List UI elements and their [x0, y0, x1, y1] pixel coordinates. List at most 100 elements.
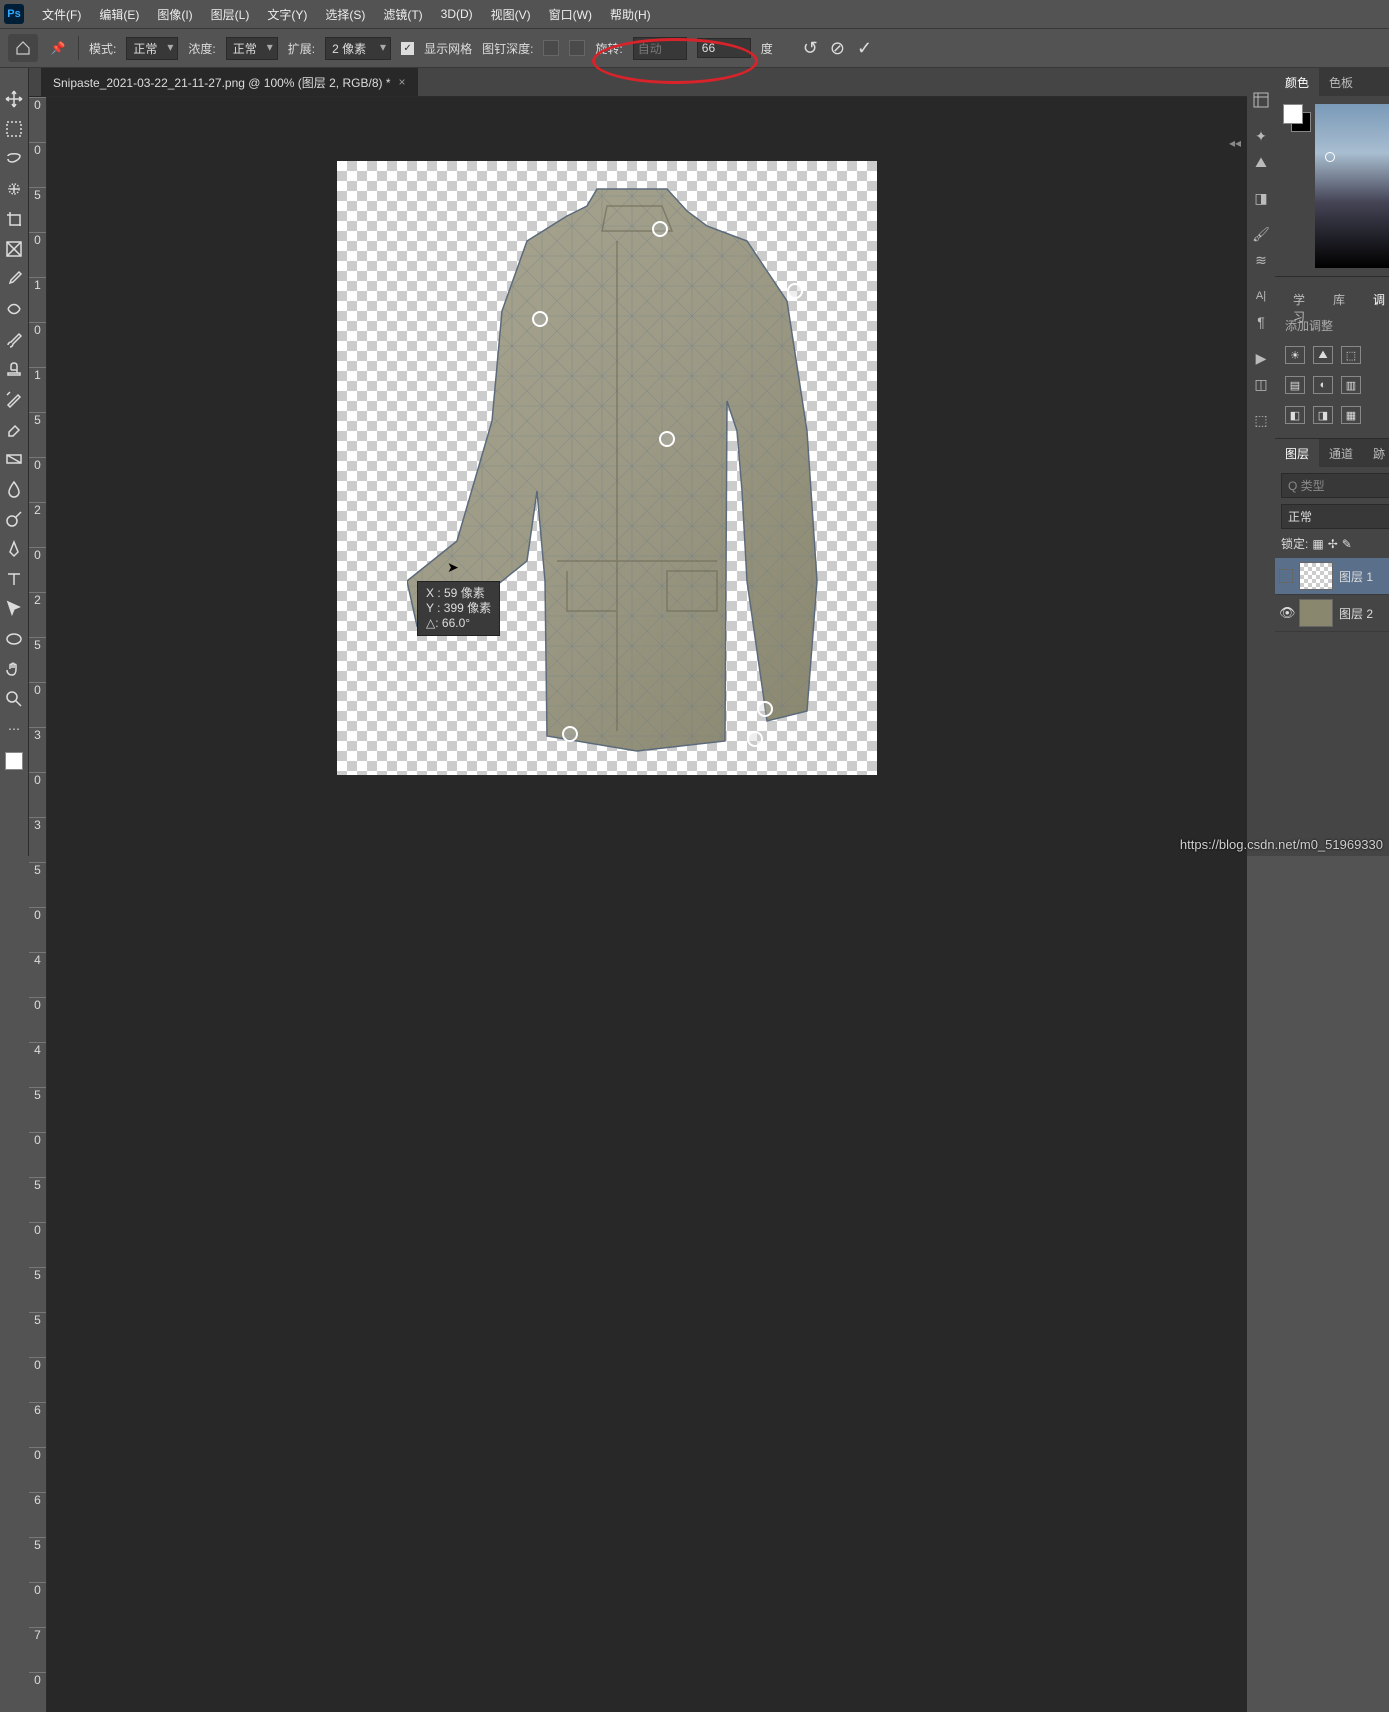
- expand-select[interactable]: 2 像素: [325, 37, 391, 60]
- swatches-tab[interactable]: 色板: [1319, 68, 1363, 96]
- hue-icon[interactable]: ▥: [1341, 376, 1361, 394]
- actions-panel-icon[interactable]: ▶: [1247, 346, 1275, 370]
- document-title: Snipaste_2021-03-22_21-11-27.png @ 100% …: [53, 74, 391, 91]
- fg-bg-swatch[interactable]: [5, 752, 23, 770]
- warp-pin[interactable]: [562, 726, 578, 742]
- pin-down-icon[interactable]: [569, 40, 585, 56]
- warp-pin[interactable]: [652, 221, 668, 237]
- menu-edit[interactable]: 编辑(E): [91, 2, 147, 27]
- menu-layer[interactable]: 图层(L): [203, 2, 258, 27]
- canvas[interactable]: ➤ X : 59 像素 Y : 399 像素 △: 66.0°: [47, 97, 1247, 1712]
- photo-filter-icon[interactable]: ◨: [1313, 406, 1333, 424]
- brush-tool[interactable]: [0, 326, 28, 352]
- lock-all-icon[interactable]: ✎: [1342, 537, 1352, 551]
- brush-settings-icon[interactable]: ≋: [1247, 248, 1275, 272]
- dodge-tool[interactable]: [0, 506, 28, 532]
- adjustments-tab[interactable]: 调: [1363, 285, 1389, 311]
- mixer-icon[interactable]: ▦: [1341, 406, 1361, 424]
- menu-window[interactable]: 窗口(W): [541, 2, 600, 27]
- pin-up-icon[interactable]: [543, 40, 559, 56]
- eyedropper-tool[interactable]: [0, 266, 28, 292]
- density-select[interactable]: 正常: [226, 37, 278, 60]
- edit-toolbar[interactable]: ⋯: [0, 716, 28, 742]
- lock-pixels-icon[interactable]: ▦: [1312, 537, 1323, 551]
- layers-tab[interactable]: 图层: [1275, 439, 1319, 467]
- marquee-tool[interactable]: [0, 116, 28, 142]
- layer-row[interactable]: 图层 1: [1275, 558, 1389, 595]
- mode-select[interactable]: 正常: [126, 37, 178, 60]
- zoom-tool[interactable]: [0, 686, 28, 712]
- color-picker[interactable]: [1315, 104, 1389, 268]
- close-tab-icon[interactable]: ×: [399, 75, 406, 89]
- bw-icon[interactable]: ◧: [1285, 406, 1305, 424]
- paragraph-panel-icon[interactable]: ¶: [1247, 310, 1275, 334]
- lasso-tool[interactable]: [0, 146, 28, 172]
- menu-help[interactable]: 帮助(H): [602, 2, 659, 27]
- commit-icon[interactable]: ✓: [857, 38, 872, 59]
- character-panel-icon[interactable]: A|: [1247, 284, 1275, 308]
- paths-tab[interactable]: 跡: [1363, 439, 1389, 467]
- history-panel-icon[interactable]: [1247, 88, 1275, 112]
- visibility-toggle[interactable]: [1279, 569, 1293, 583]
- vibrance-icon[interactable]: ◐: [1313, 376, 1333, 394]
- pin-icon[interactable]: 📌: [48, 38, 68, 58]
- eraser-tool[interactable]: [0, 416, 28, 442]
- warp-pin[interactable]: [757, 701, 773, 717]
- exposure-icon[interactable]: ▤: [1285, 376, 1305, 394]
- warp-pin[interactable]: [532, 311, 548, 327]
- libraries-tab[interactable]: 库: [1323, 285, 1355, 311]
- crop-tool[interactable]: [0, 206, 28, 232]
- layer-row[interactable]: 👁 图层 2: [1275, 595, 1389, 632]
- move-tool[interactable]: [0, 86, 28, 112]
- path-select-tool[interactable]: [0, 596, 28, 622]
- type-tool[interactable]: [0, 566, 28, 592]
- lock-position-icon[interactable]: ✢: [1328, 537, 1338, 551]
- gradient-tool[interactable]: [0, 446, 28, 472]
- rotate-mode[interactable]: 自动: [633, 37, 687, 60]
- menu-file[interactable]: 文件(F): [34, 2, 89, 27]
- blend-mode-select[interactable]: 正常: [1281, 504, 1389, 529]
- rotate-value[interactable]: 66: [697, 38, 751, 58]
- document-tab[interactable]: Snipaste_2021-03-22_21-11-27.png @ 100% …: [41, 68, 418, 96]
- quick-select-tool[interactable]: [0, 176, 28, 202]
- warp-pin[interactable]: [659, 431, 675, 447]
- channels-tab[interactable]: 通道: [1319, 439, 1363, 467]
- pen-tool[interactable]: [0, 536, 28, 562]
- menu-image[interactable]: 图像(I): [149, 2, 200, 27]
- color-tab[interactable]: 颜色: [1275, 68, 1319, 96]
- info-panel-icon[interactable]: ◫: [1247, 372, 1275, 396]
- healing-tool[interactable]: [0, 296, 28, 322]
- fg-bg-color[interactable]: [1283, 104, 1309, 130]
- shape-tool[interactable]: [0, 626, 28, 652]
- menu-3d[interactable]: 3D(D): [433, 3, 481, 25]
- menu-type[interactable]: 文字(Y): [259, 2, 315, 27]
- hand-tool[interactable]: [0, 656, 28, 682]
- brightness-icon[interactable]: ☀: [1285, 346, 1305, 364]
- levels-icon[interactable]: ⛰: [1313, 346, 1333, 364]
- menu-filter[interactable]: 滤镜(T): [375, 2, 430, 27]
- warp-pin[interactable]: [787, 283, 803, 299]
- navigator-panel-icon[interactable]: ✦: [1247, 124, 1275, 148]
- blur-tool[interactable]: [0, 476, 28, 502]
- reset-icon[interactable]: ↺: [803, 38, 818, 59]
- stamp-tool[interactable]: [0, 356, 28, 382]
- cancel-icon[interactable]: ⊘: [830, 38, 845, 59]
- learn-tab[interactable]: 学习: [1283, 285, 1315, 311]
- properties-panel-icon[interactable]: ◨: [1247, 186, 1275, 210]
- frame-tool[interactable]: [0, 236, 28, 262]
- menu-view[interactable]: 视图(V): [483, 2, 539, 27]
- brushes-panel-icon[interactable]: 🖌: [1247, 222, 1275, 246]
- panel-collapse-icon[interactable]: ◂◂: [1229, 136, 1241, 150]
- home-icon[interactable]: [8, 34, 38, 62]
- warp-pin[interactable]: [747, 731, 763, 747]
- showgrid-checkbox[interactable]: ✓: [401, 42, 414, 55]
- visibility-toggle[interactable]: 👁: [1279, 605, 1293, 621]
- histogram-panel-icon[interactable]: ⛰: [1247, 150, 1275, 174]
- curves-icon[interactable]: ⬚: [1341, 346, 1361, 364]
- 3d-panel-icon[interactable]: ⬚: [1247, 408, 1275, 432]
- right-panels: 颜色 色板 学习 库 调 添加调整 ☀ ⛰ ⬚ ▤ ◐ ▥: [1275, 68, 1389, 856]
- puppet-warp-image[interactable]: ➤: [407, 181, 827, 761]
- layer-filter[interactable]: Q 类型: [1281, 473, 1389, 498]
- history-brush-tool[interactable]: [0, 386, 28, 412]
- menu-select[interactable]: 选择(S): [317, 2, 373, 27]
